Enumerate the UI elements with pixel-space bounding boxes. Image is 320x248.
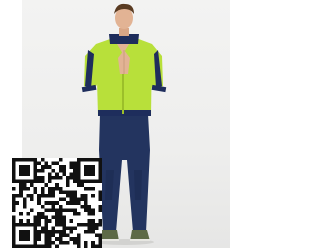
qr-modules [12, 158, 102, 248]
model-head [114, 3, 134, 36]
qr-code-icon [12, 158, 102, 248]
tracksuit-jacket [81, 34, 167, 116]
product-photo [0, 0, 250, 248]
tracksuit-pants [99, 114, 150, 232]
